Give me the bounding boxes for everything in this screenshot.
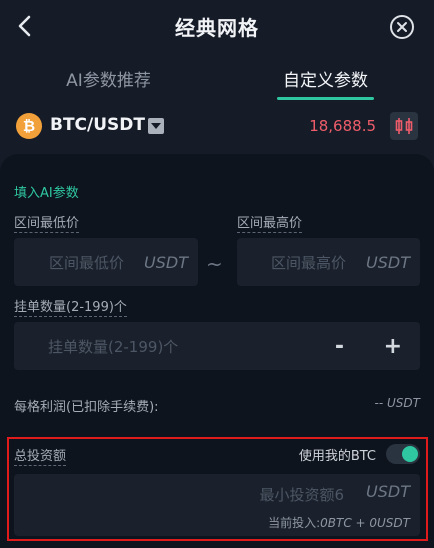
back-button[interactable] — [10, 12, 38, 40]
grid-count-stepper[interactable]: 挂单数量(2-199)个 - + — [14, 322, 420, 370]
price-min-unit: USDT — [144, 252, 188, 272]
current-label: 当前投入: — [268, 516, 321, 530]
increment-button[interactable]: + — [384, 334, 402, 359]
candlestick-icon — [395, 118, 413, 134]
profit-per-grid-value: -- USDT — [374, 396, 420, 410]
kline-chart-button[interactable] — [390, 112, 418, 140]
price-min-label: 区间最低价 — [14, 212, 80, 233]
grid-count-label: 挂单数量(2-199)个 — [14, 296, 127, 317]
price-max-placeholder: 区间最高价 — [271, 253, 347, 272]
close-button[interactable] — [390, 15, 414, 39]
current-btc: 0BTC — [320, 516, 352, 530]
profit-per-grid-label: 每格利润(已扣除手续费): — [14, 400, 159, 415]
current-investment: 当前投入:0BTC + 0USDT — [268, 514, 410, 531]
btc-coin-icon: ₿ — [16, 113, 42, 139]
pair-name[interactable]: BTC/USDT — [50, 115, 145, 135]
chevron-left-icon — [18, 15, 31, 37]
price-max-label: 区间最高价 — [237, 212, 303, 233]
current-usdt: 0USDT — [369, 516, 410, 530]
range-separator: ~ — [206, 252, 223, 276]
pair-dropdown-icon[interactable] — [148, 118, 164, 134]
price-min-input[interactable]: 区间最低价 USDT — [14, 238, 198, 286]
fill-ai-params-link[interactable]: 填入AI参数 — [14, 182, 79, 201]
tab-bar: AI参数推荐 自定义参数 — [0, 56, 434, 100]
current-plus: + — [351, 516, 370, 530]
page-title: 经典网格 — [175, 15, 259, 40]
use-my-btc-label: 使用我的BTC — [298, 449, 376, 464]
price-min-placeholder: 区间最低价 — [49, 253, 125, 272]
investment-unit: USDT — [366, 482, 410, 501]
tab-custom-params[interactable]: 自定义参数 — [217, 56, 434, 100]
pair-bar: ₿ BTC/USDT 18,688.5 — [0, 104, 434, 148]
decrement-button[interactable]: - — [335, 334, 344, 359]
investment-placeholder: 最小投资额6 — [259, 486, 344, 504]
tab-ai-params[interactable]: AI参数推荐 — [0, 56, 217, 100]
grid-count-placeholder: 挂单数量(2-199)个 — [48, 337, 179, 356]
last-price: 18,688.5 — [309, 117, 376, 135]
close-icon — [397, 22, 407, 32]
header: 经典网格 — [0, 0, 434, 52]
investment-input[interactable]: 最小投资额6 USDT 当前投入:0BTC + 0USDT — [14, 474, 420, 536]
use-my-btc-toggle[interactable] — [386, 444, 420, 464]
price-max-input[interactable]: 区间最高价 USDT — [237, 238, 420, 286]
toggle-knob — [402, 446, 418, 462]
investment-label: 总投资额 — [14, 445, 67, 466]
price-max-unit: USDT — [366, 252, 410, 272]
